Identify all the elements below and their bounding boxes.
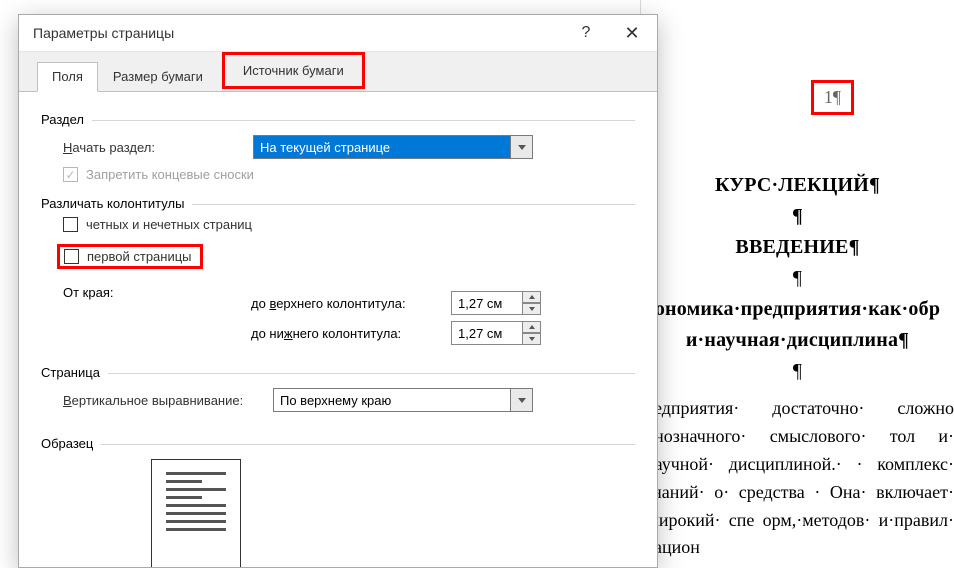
header-distance-row: до верхнего колонтитула: 1,27 см	[251, 291, 635, 315]
doc-line: ¶	[641, 263, 954, 294]
valign-row: Вертикальное выравнивание: По верхнему к…	[63, 388, 635, 412]
header-distance-label: до верхнего колонтитула:	[251, 296, 451, 311]
header-distance-spinner[interactable]: 1,27 см	[451, 291, 541, 315]
section-start-value: На текущей странице	[253, 135, 511, 159]
footer-distance-row: до нижнего колонтитула: 1,27 см	[251, 321, 635, 345]
group-section: Раздел	[41, 112, 635, 127]
doc-line: ¶	[641, 356, 954, 387]
help-button[interactable]: ?	[563, 17, 609, 49]
page-number-highlight: 1¶	[811, 80, 854, 115]
spin-down-icon[interactable]	[523, 303, 541, 315]
footer-distance-spinner[interactable]: 1,27 см	[451, 321, 541, 345]
preview-thumbnail	[151, 459, 241, 567]
group-preview: Образец	[41, 436, 635, 451]
page-number: 1¶	[824, 87, 841, 107]
page-setup-dialog: Параметры страницы ? ✕ Поля Размер бумаг…	[18, 14, 658, 568]
spin-up-icon[interactable]	[523, 291, 541, 303]
tab-fields[interactable]: Поля	[37, 62, 98, 92]
titlebar: Параметры страницы ? ✕	[19, 15, 657, 51]
odd-even-checkbox[interactable]: четных и нечетных страниц	[63, 217, 635, 232]
checkbox-icon	[64, 249, 79, 264]
doc-line: и·научная·дисциплина¶	[641, 325, 954, 356]
spin-up-icon[interactable]	[523, 321, 541, 333]
doc-line: ВВЕДЕНИЕ¶	[641, 232, 954, 263]
checkbox-icon: ✓	[63, 167, 78, 182]
document-background: 1¶ КУРС·ЛЕКЦИЙ¶ ¶ ВВЕДЕНИЕ¶ ¶ ономика·пр…	[640, 0, 954, 568]
suppress-endnotes-checkbox: ✓ Запретить концевые сноски	[63, 167, 635, 182]
header-distance-value[interactable]: 1,27 см	[451, 291, 523, 315]
group-page: Страница	[41, 365, 635, 380]
first-page-label: первой страницы	[87, 249, 192, 264]
valign-select[interactable]: По верхнему краю	[273, 388, 533, 412]
section-start-select[interactable]: На текущей странице	[253, 135, 533, 159]
chevron-down-icon[interactable]	[511, 135, 533, 159]
group-headers: Различать колонтитулы	[41, 196, 635, 211]
tab-paper-size[interactable]: Размер бумаги	[98, 62, 218, 92]
chevron-down-icon[interactable]	[511, 388, 533, 412]
tab-paper-source[interactable]: Источник бумаги	[222, 52, 365, 89]
doc-line: ¶	[641, 201, 954, 232]
close-button[interactable]: ✕	[609, 17, 655, 49]
dialog-pane: Раздел Начать раздел: На текущей страниц…	[19, 91, 657, 567]
odd-even-label: четных и нечетных страниц	[86, 217, 252, 232]
doc-line: КУРС·ЛЕКЦИЙ¶	[641, 170, 954, 201]
suppress-endnotes-label: Запретить концевые сноски	[86, 167, 254, 182]
doc-paragraph: редприятия· достаточно· сложно днозначно…	[641, 395, 954, 562]
doc-line: ономика·предприятия·как·обр	[641, 294, 954, 325]
checkbox-icon	[63, 217, 78, 232]
document-content: КУРС·ЛЕКЦИЙ¶ ¶ ВВЕДЕНИЕ¶ ¶ ономика·предп…	[641, 170, 954, 562]
tab-bar: Поля Размер бумаги Источник бумаги	[19, 51, 657, 91]
dialog-title: Параметры страницы	[33, 25, 563, 41]
spin-down-icon[interactable]	[523, 333, 541, 345]
footer-distance-label: до нижнего колонтитула:	[251, 326, 451, 341]
from-edge-label: От края:	[63, 285, 113, 300]
first-page-checkbox[interactable]: первой страницы	[57, 244, 203, 269]
valign-value: По верхнему краю	[273, 388, 511, 412]
footer-distance-value[interactable]: 1,27 см	[451, 321, 523, 345]
section-start-label: Начать раздел:	[63, 140, 253, 155]
section-start-row: Начать раздел: На текущей странице	[63, 135, 635, 159]
valign-label: Вертикальное выравнивание:	[63, 393, 273, 408]
